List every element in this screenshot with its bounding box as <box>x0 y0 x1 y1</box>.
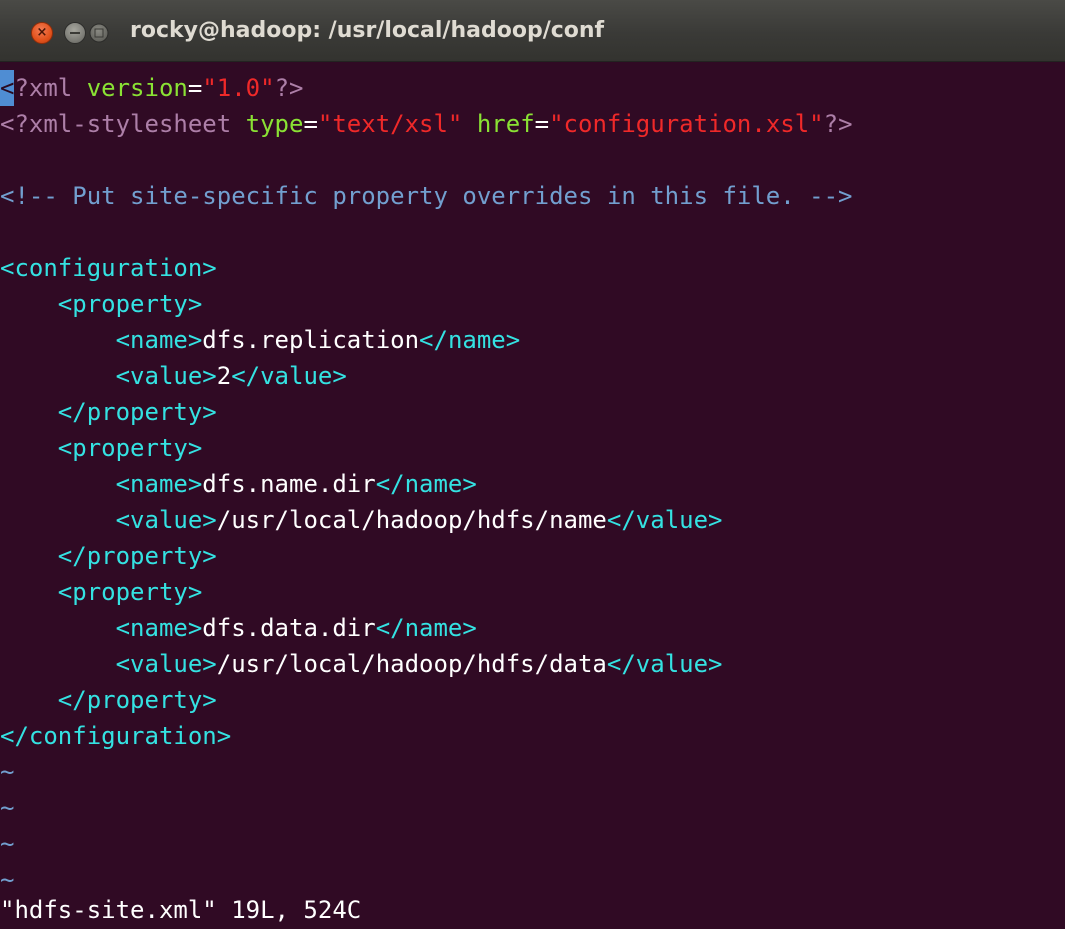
xml-tag: </value> <box>606 506 723 534</box>
xml-tag: </name> <box>419 326 521 354</box>
xml-tag: </property> <box>0 686 217 714</box>
editor-line[interactable]: <configuration> <box>0 250 1065 286</box>
editor-line[interactable]: ~ <box>0 826 1065 862</box>
editor-line[interactable]: </property> <box>0 538 1065 574</box>
xml-declaration: ?> <box>823 110 853 138</box>
editor-line[interactable]: </property> <box>0 682 1065 718</box>
xml-tag: <name> <box>0 470 203 498</box>
editor-line[interactable]: <!-- Put site-specific property override… <box>0 178 1065 214</box>
xml-tag: <name> <box>0 326 203 354</box>
attribute-name: href <box>476 110 535 138</box>
editor-line[interactable]: <property> <box>0 286 1065 322</box>
xml-tag: <property> <box>0 290 203 318</box>
xml-tag: <value> <box>0 362 217 390</box>
text-content: /usr/local/hadoop/hdfs/name <box>216 506 607 534</box>
xml-declaration: ?xml <box>14 74 87 102</box>
xml-tag: </property> <box>0 542 217 570</box>
editor-line[interactable] <box>0 214 1065 250</box>
empty-line-tilde: ~ <box>0 830 15 858</box>
text-content <box>462 110 476 138</box>
xml-tag: </configuration> <box>0 722 232 750</box>
empty-line-tilde: ~ <box>0 866 15 894</box>
close-icon: × <box>36 25 48 40</box>
attribute-name: type <box>245 110 304 138</box>
text-content: dfs.replication <box>202 326 420 354</box>
text-content: = <box>534 110 550 138</box>
close-button[interactable]: × <box>31 22 53 44</box>
xml-tag: <value> <box>0 506 217 534</box>
text-content: /usr/local/hadoop/hdfs/data <box>216 650 607 678</box>
maximize-icon <box>94 28 104 38</box>
editor-line[interactable]: <value>/usr/local/hadoop/hdfs/name</valu… <box>0 502 1065 538</box>
xml-comment: <!-- Put site-specific property override… <box>0 182 853 210</box>
maximize-button[interactable] <box>89 23 109 43</box>
xml-tag: <value> <box>0 650 217 678</box>
string-literal: "text/xsl" <box>317 110 463 138</box>
editor-line[interactable]: </property> <box>0 394 1065 430</box>
title-bar[interactable]: × rocky@hadoop: /usr/local/hadoop/conf <box>0 0 1065 62</box>
string-literal: "1.0" <box>202 74 275 102</box>
minimize-icon <box>70 32 80 34</box>
xml-declaration: ?> <box>274 74 304 102</box>
attribute-name: version <box>86 74 188 102</box>
xml-tag: </name> <box>375 470 477 498</box>
text-content: = <box>187 74 203 102</box>
editor-line[interactable]: <value>/usr/local/hadoop/hdfs/data</valu… <box>0 646 1065 682</box>
xml-tag: <property> <box>0 578 203 606</box>
editor-line[interactable]: <?xml-stylesheet type="text/xsl" href="c… <box>0 106 1065 142</box>
editor-line[interactable]: ~ <box>0 790 1065 826</box>
text-content: dfs.data.dir <box>202 614 376 642</box>
editor-line[interactable]: <name>dfs.data.dir</name> <box>0 610 1065 646</box>
editor-line[interactable]: <value>2</value> <box>0 358 1065 394</box>
string-literal: "configuration.xsl" <box>549 110 824 138</box>
xml-tag: </name> <box>375 614 477 642</box>
editor-line[interactable]: </configuration> <box>0 718 1065 754</box>
terminal-window: × rocky@hadoop: /usr/local/hadoop/conf <… <box>0 0 1065 929</box>
vim-editor-buffer[interactable]: <?xml version="1.0"?> <?xml-stylesheet ty… <box>0 70 1065 898</box>
empty-line-tilde: ~ <box>0 758 15 786</box>
editor-line[interactable]: ~ <box>0 754 1065 790</box>
xml-tag: </property> <box>0 398 217 426</box>
editor-line[interactable]: <name>dfs.name.dir</name> <box>0 466 1065 502</box>
text-content: = <box>303 110 318 138</box>
editor-line[interactable]: <property> <box>0 574 1065 610</box>
text-content: 2 <box>216 362 232 390</box>
text-content: dfs.name.dir <box>202 470 376 498</box>
xml-tag: <configuration> <box>0 254 217 282</box>
window-title: rocky@hadoop: /usr/local/hadoop/conf <box>130 18 605 43</box>
editor-line[interactable]: <name>dfs.replication</name> <box>0 322 1065 358</box>
xml-tag: <property> <box>0 434 203 462</box>
editor-line[interactable]: <?xml version="1.0"?> <box>0 70 1065 106</box>
minimize-button[interactable] <box>64 22 86 44</box>
xml-tag: <name> <box>0 614 203 642</box>
editor-line[interactable]: <property> <box>0 430 1065 466</box>
xml-tag: </value> <box>606 650 723 678</box>
vim-status-line: "hdfs-site.xml" 19L, 524C <box>0 896 362 924</box>
xml-tag: </value> <box>231 362 347 390</box>
empty-line-tilde: ~ <box>0 794 15 822</box>
text-cursor: < <box>0 70 15 106</box>
editor-line[interactable] <box>0 142 1065 178</box>
xml-declaration: <?xml-stylesheet <box>0 110 246 138</box>
